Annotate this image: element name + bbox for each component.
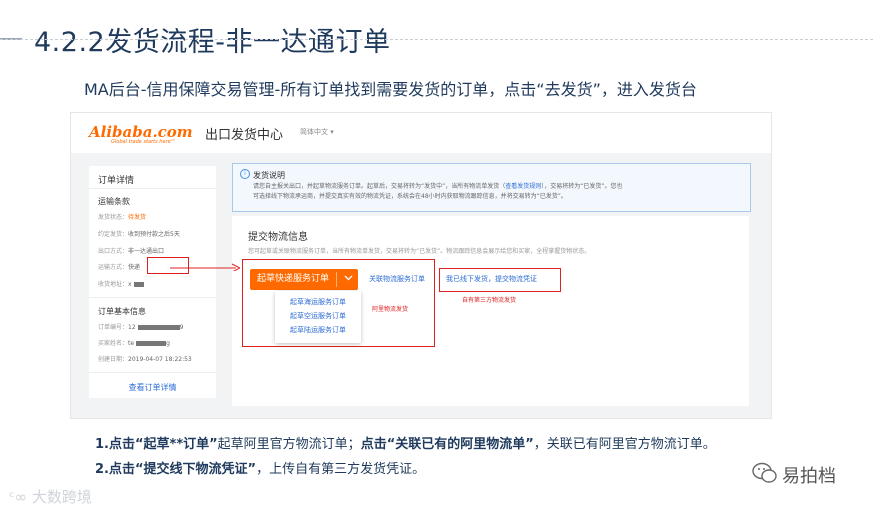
note-number: 1. (95, 437, 109, 452)
agreed-shipping-row: 约定发货：收到预付款之后5天 (98, 229, 180, 238)
row-label: 买家姓名： (98, 340, 129, 347)
row-value: x (128, 281, 132, 288)
logistics-title: 提交物流信息 (248, 232, 308, 243)
watermark-left-text: 大数跨境 (31, 488, 92, 506)
row-label: 出口方式： (98, 248, 129, 255)
draft-express-order-button[interactable]: 起草快递服务订单 (250, 269, 358, 290)
watermark-logo-icon: ᶜ∞ (9, 488, 32, 506)
row-value: 快递 (128, 264, 141, 271)
row-value: te (128, 340, 135, 347)
draft-order-dropdown: 起草海运服务订单 起草空运服务订单 起草陆运服务订单 (275, 291, 361, 343)
note-bold: 点击“关联已有的阿里物流单” (360, 437, 534, 452)
order-detail-panel: 订单详情 运输条款 发货状态：待发货 约定发货：收到预付款之后5天 出口方式：非… (89, 166, 216, 398)
redaction-mask (136, 341, 167, 346)
dropdown-item-sea[interactable]: 起草海运服务订单 (275, 297, 361, 307)
slide-subtitle: MA后台-信用保障交易管理-所有订单找到需要发货的订单，点击“去发货”，进入发货… (84, 80, 697, 99)
info-icon: i (240, 169, 250, 179)
button-label: 起草快递服务订单 (256, 274, 329, 284)
row-value-suffix: 9 (179, 324, 184, 331)
row-value: 收到预付款之后5天 (128, 231, 180, 238)
basic-info-heading: 订单基本信息 (98, 307, 146, 316)
logistics-info-panel: 提交物流信息 您可起草或关联物流服务订单，当所有物流单发货，交易将转为“已发货”… (232, 216, 749, 406)
row-label: 订单编号： (98, 324, 129, 331)
divider (89, 372, 216, 373)
submit-offline-proof-link[interactable]: 我已线下发货，提交物流凭证 (446, 274, 537, 284)
title-divider (0, 39, 873, 40)
notice-title: 发货说明 (253, 171, 285, 180)
shipping-rules-link[interactable]: 查看发货规则 (505, 183, 541, 190)
export-method-row: 出口方式：非一达通出口 (98, 246, 164, 255)
row-value-suffix: g (166, 340, 170, 347)
third-party-annotation: 自有第三方物流发货 (462, 297, 517, 304)
row-label: 收货地址： (98, 281, 129, 288)
note-text: 起草阿里官方物流订单； (217, 437, 361, 452)
shipping-status-row: 发货状态：待发货 (98, 212, 146, 221)
note-line-1: 1.点击“起草**订单”起草阿里官方物流订单；点击“关联已有的阿里物流单”，关联… (95, 433, 716, 452)
divider (89, 297, 216, 298)
row-value: 非一达通出口 (128, 248, 165, 255)
notice-line2: 可选择线下物流承运商，并提交真实有效的物流凭证，系统会在48小时内获取物流跟踪信… (253, 193, 567, 200)
row-label: 发货状态： (98, 214, 129, 221)
notice-line1-b: ），交易将转为“已发货”。您也 (541, 183, 623, 190)
note-bold: 点击“起草**订单” (108, 437, 218, 452)
notice-line1-a: 请您自主报关出口，并起草物流服务订单。起草后，交易将转为“发货中”，当所有物流单… (253, 183, 506, 190)
watermark-right-text: 易拍档 (782, 466, 836, 487)
wechat-icon (752, 462, 777, 483)
shipping-terms-heading: 运输条款 (98, 197, 130, 206)
note-bold: 点击“提交线下物流凭证” (108, 462, 257, 477)
row-label: 约定发货： (98, 231, 129, 238)
shipping-notice: i 发货说明 请您自主报关出口，并起草物流服务订单。起草后，交易将转为“发货中”… (232, 163, 751, 212)
notice-text: 请您自主报关出口，并起草物流服务订单。起草后，交易将转为“发货中”，当所有物流单… (253, 182, 743, 202)
chevron-down-icon[interactable] (338, 269, 358, 289)
row-label: 运输方式： (98, 264, 129, 271)
redaction-mask (137, 325, 180, 330)
logistics-description: 您可起草或关联物流服务订单，当所有物流单发货，交易将转为“已发货”。物流跟踪信息… (248, 248, 591, 255)
transport-method-row: 运输方式：快递 (98, 262, 140, 271)
buyer-name-row: 买家姓名：te g (98, 338, 170, 347)
redaction-mask (133, 282, 144, 287)
note-text: ，关联已有阿里官方物流订单。 (533, 437, 716, 452)
order-detail-heading: 订单详情 (98, 176, 135, 186)
note-number: 2. (95, 462, 109, 477)
page-title: 出口发货中心 (205, 128, 284, 143)
associate-logistics-order-link[interactable]: 关联物流服务订单 (369, 274, 425, 284)
row-value: 2019-04-07 18:22:53 (128, 356, 192, 363)
view-order-detail-link[interactable]: 查看订单详情 (89, 382, 216, 393)
note-line-2: 2.点击“提交线下物流凭证”，上传自有第三方发货凭证。 (95, 458, 425, 477)
order-number-row: 订单编号：12 9 (98, 322, 183, 331)
row-value: 12 (128, 324, 136, 331)
divider (89, 188, 216, 189)
row-label: 创建日期： (98, 356, 129, 363)
watermark-right: 易拍档 (752, 460, 862, 490)
dropdown-item-air[interactable]: 起草空运服务订单 (275, 311, 361, 321)
address-row: 收货地址：x (98, 279, 144, 288)
note-text: ，上传自有第三方发货凭证。 (256, 462, 426, 477)
logo-tagline: Global trade starts here™ (111, 139, 176, 145)
button-separator (336, 272, 337, 287)
language-selector[interactable]: 简体中文 ▾ (300, 127, 334, 137)
annotation-arrow (170, 263, 240, 271)
ali-logistics-annotation: 阿里物流发货 (372, 306, 409, 313)
status-value: 待发货 (128, 214, 147, 221)
top-bar: Alibaba.com Global trade starts here™ 出口… (71, 113, 771, 153)
dropdown-item-land[interactable]: 起草陆运服务订单 (275, 325, 361, 335)
watermark-left: ᶜ∞ 大数跨境 (9, 486, 92, 507)
created-date-row: 创建日期：2019-04-07 18:22:53 (98, 354, 192, 363)
